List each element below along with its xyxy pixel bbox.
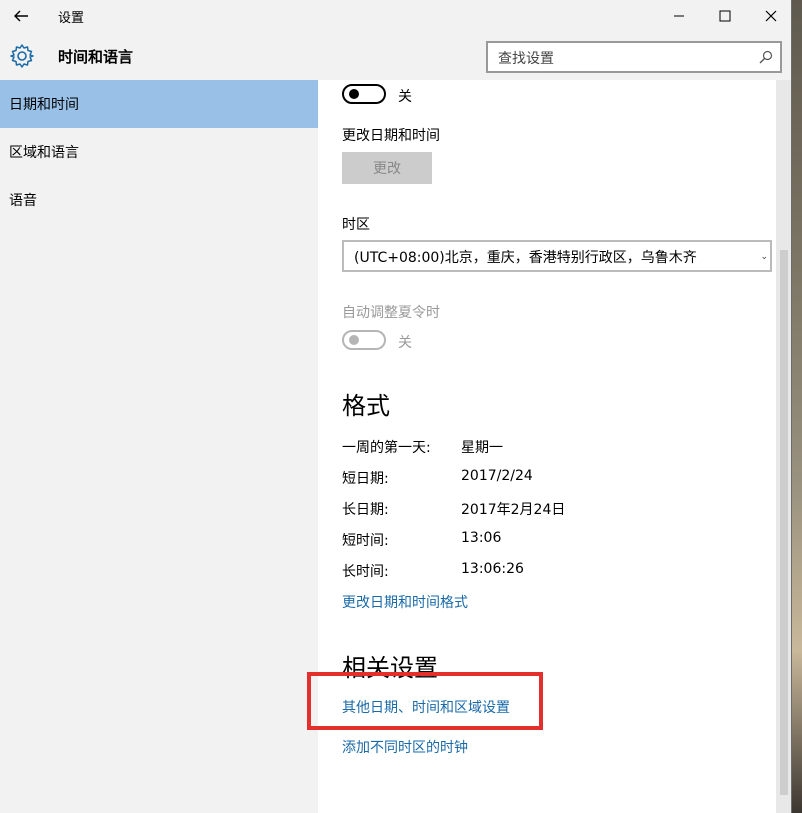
format-label: 长日期: <box>342 502 389 518</box>
search-icon[interactable] <box>758 49 774 65</box>
toggle-state-label: 关 <box>398 89 412 105</box>
timezone-label: 时区 <box>342 217 370 233</box>
dst-label: 自动调整夏令时 <box>342 305 440 321</box>
change-button[interactable]: 更改 <box>342 152 432 184</box>
format-label: 一周的第一天: <box>342 440 431 456</box>
format-label: 短时间: <box>342 533 389 549</box>
window-title: 设置 <box>58 11 85 26</box>
sidebar-item-label: 区域和语言 <box>9 145 79 161</box>
format-value: 星期一 <box>461 440 503 456</box>
dst-toggle[interactable] <box>342 330 386 350</box>
timezone-value: (UTC+08:00)北京，重庆，香港特别行政区，乌鲁木齐 <box>354 250 697 266</box>
search-input[interactable]: 查找设置 <box>486 41 782 73</box>
sidebar-item-label: 语音 <box>9 193 37 209</box>
scrollbar-thumb[interactable] <box>780 250 788 795</box>
sidebar-item-date-time[interactable]: 日期和时间 <box>0 80 318 128</box>
sidebar: 日期和时间 区域和语言 语音 <box>0 80 318 813</box>
settings-header: 时间和语言 查找设置 <box>0 32 792 80</box>
highlight-annotation <box>307 672 543 730</box>
format-heading: 格式 <box>342 392 390 420</box>
back-arrow-icon[interactable] <box>8 4 36 28</box>
title-bar: 设置 <box>0 0 792 32</box>
search-placeholder: 查找设置 <box>498 51 554 67</box>
format-value: 2017年2月24日 <box>461 502 566 518</box>
sidebar-item-speech[interactable]: 语音 <box>0 176 318 224</box>
add-clocks-link[interactable]: 添加不同时区的时钟 <box>342 737 468 757</box>
timezone-select[interactable]: (UTC+08:00)北京，重庆，香港特别行政区，乌鲁木齐 ⌄ <box>342 240 772 272</box>
desktop-background <box>792 0 802 813</box>
dst-state-label: 关 <box>398 335 412 351</box>
format-value: 13:06 <box>461 530 502 546</box>
close-button[interactable] <box>748 0 794 32</box>
auto-time-toggle[interactable] <box>342 84 386 104</box>
format-label: 长时间: <box>342 564 389 580</box>
page-title: 时间和语言 <box>58 48 134 66</box>
format-label: 短日期: <box>342 471 389 487</box>
maximize-button[interactable] <box>702 0 748 32</box>
change-datetime-label: 更改日期和时间 <box>342 128 440 144</box>
format-value: 13:06:26 <box>461 561 524 577</box>
minimize-button[interactable] <box>656 0 702 32</box>
format-value: 2017/2/24 <box>461 468 533 484</box>
toggle-knob <box>349 89 359 99</box>
sidebar-item-region-language[interactable]: 区域和语言 <box>0 128 318 176</box>
sidebar-item-label: 日期和时间 <box>9 97 79 113</box>
gear-icon <box>8 42 36 70</box>
change-format-link[interactable]: 更改日期和时间格式 <box>342 592 468 612</box>
toggle-knob <box>349 335 359 345</box>
chevron-down-icon: ⌄ <box>760 252 768 262</box>
